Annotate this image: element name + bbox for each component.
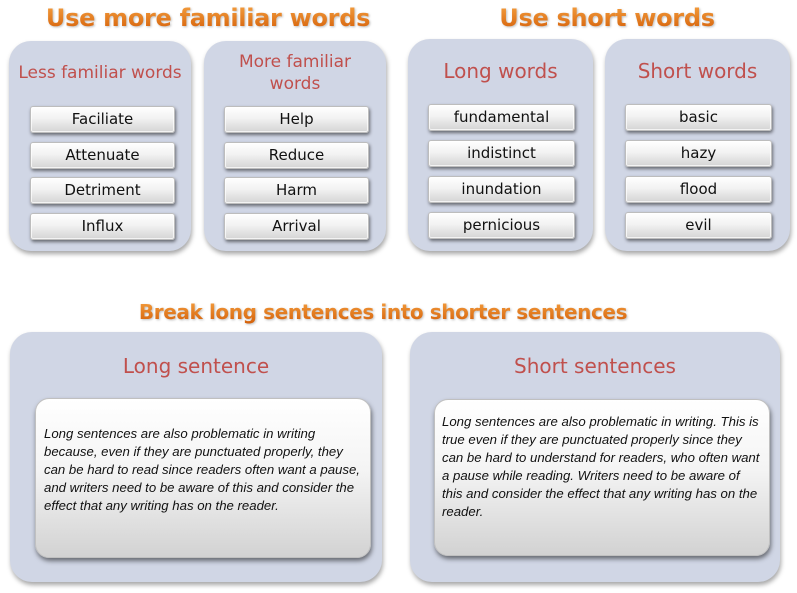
word-item[interactable]: Help (224, 106, 369, 133)
heading-short-words: Use short words (495, 4, 719, 32)
word-item[interactable]: fundamental (428, 104, 575, 131)
panel-less-familiar-words: Less familiar words Faciliate Attenuate … (9, 41, 191, 251)
panel-title: Long sentence (122, 354, 270, 378)
panel-more-familiar-words: More familiar words Help Reduce Harm Arr… (204, 41, 386, 251)
word-item[interactable]: hazy (625, 140, 772, 167)
panel-title: Less familiar words (18, 63, 182, 83)
panel-title: Short words (637, 59, 758, 83)
panel-short-words: Short words basic hazy flood evil (605, 39, 790, 251)
word-item[interactable]: inundation (428, 176, 575, 203)
long-sentence-text: Long sentences are also problematic in w… (44, 426, 360, 513)
panel-title: Short sentences (514, 354, 676, 378)
word-item[interactable]: evil (625, 212, 772, 239)
word-item[interactable]: Detriment (30, 177, 175, 204)
word-item[interactable]: indistinct (428, 140, 575, 167)
long-sentence-text-box: Long sentences are also problematic in w… (35, 398, 371, 558)
word-item[interactable]: Reduce (224, 142, 369, 169)
heading-break-sentences: Break long sentences into shorter senten… (123, 300, 643, 324)
panel-long-sentence: Long sentence Long sentences are also pr… (10, 332, 382, 582)
word-item[interactable]: Faciliate (30, 106, 175, 133)
short-sentences-text: Long sentences are also problematic in w… (442, 414, 760, 519)
word-item[interactable]: flood (625, 176, 772, 203)
word-item[interactable]: basic (625, 104, 772, 131)
panel-short-sentences: Short sentences Long sentences are also … (410, 332, 780, 582)
word-item[interactable]: Arrival (224, 213, 369, 240)
panel-long-words: Long words fundamental indistinct inunda… (408, 39, 593, 251)
word-item[interactable]: Influx (30, 213, 175, 240)
short-sentences-text-box: Long sentences are also problematic in w… (434, 399, 770, 556)
word-item[interactable]: Harm (224, 177, 369, 204)
word-item[interactable]: Attenuate (30, 142, 175, 169)
heading-familiar-words: Use more familiar words (38, 4, 378, 32)
word-item[interactable]: pernicious (428, 212, 575, 239)
panel-title: More familiar words (238, 52, 352, 94)
panel-title: Long words (443, 59, 558, 83)
